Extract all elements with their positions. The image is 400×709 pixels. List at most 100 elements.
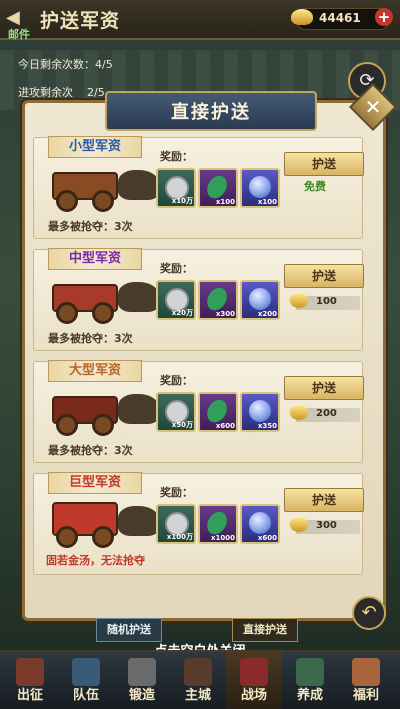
card-name: 中型军资 [48, 248, 143, 270]
cost-box: 200 [290, 406, 360, 422]
cost-value: 300 [316, 520, 337, 531]
item-qty: x100万 [166, 533, 193, 541]
escort-button[interactable]: 护送 [284, 376, 364, 400]
reward-label: 奖励： [160, 486, 193, 499]
reward-coin-item[interactable]: x10万 [156, 168, 196, 208]
forge-icon [128, 658, 156, 686]
item-qty: x20万 [171, 309, 193, 317]
card-name: 巨型军资 [48, 472, 143, 494]
nav-item-welfare[interactable]: 福利 [338, 652, 394, 709]
attack-remaining-label: 进攻剩余次 [18, 86, 73, 99]
cost-box: 300 [290, 518, 360, 534]
bottom-nav: 出征 队伍 锻造 主城 战场 养成 福利 [0, 650, 400, 709]
card-name: 大型军资 [48, 360, 143, 382]
cart-image [48, 498, 160, 548]
daily-remaining-value: 4/5 [95, 58, 113, 71]
cost-value: 100 [316, 296, 337, 307]
nav-label: 主城 [184, 688, 211, 703]
reward-orb-item[interactable]: x350 [240, 392, 280, 432]
cart-image [48, 386, 160, 436]
max-rob-text: 最多被抢夺：3次 [48, 220, 133, 233]
welfare-icon [352, 658, 380, 686]
nav-label: 出征 [16, 688, 43, 703]
attack-remaining: 进攻剩余次 2/5 [18, 84, 105, 100]
nav-item-battlefield[interactable]: 战场 [226, 652, 282, 709]
escort-button[interactable]: 护送 [284, 264, 364, 288]
expedition-icon [16, 658, 44, 686]
reward-jade-item[interactable]: x600 [198, 392, 238, 432]
nav-label: 锻造 [128, 688, 155, 703]
add-gold-icon[interactable]: + [375, 8, 393, 26]
reward-orb-item[interactable]: x100 [240, 168, 280, 208]
nav-item-city[interactable]: 主城 [170, 652, 226, 709]
max-rob-text: 最多被抢夺：3次 [48, 444, 133, 457]
direct-escort-dialog: 直接护送 小型军资 最多被抢夺：3次 奖励： x10万 x100 x100 护送… [22, 91, 386, 621]
battlefield-icon [240, 658, 268, 686]
reward-label: 奖励： [160, 150, 193, 163]
cart-image [48, 162, 160, 212]
escort-button[interactable]: 护送 [284, 152, 364, 176]
gold-ingot-icon [290, 294, 308, 308]
nav-item-cultivate[interactable]: 养成 [282, 652, 338, 709]
orb-icon [249, 288, 271, 310]
item-qty: x100 [257, 198, 277, 206]
nav-label: 队伍 [72, 688, 99, 703]
max-rob-text: 最多被抢夺：3次 [48, 332, 133, 345]
reward-coin-item[interactable]: x20万 [156, 280, 196, 320]
reward-jade-item[interactable]: x300 [198, 280, 238, 320]
reward-orb-item[interactable]: x600 [240, 504, 280, 544]
reward-jade-item[interactable]: x100 [198, 168, 238, 208]
nav-item-team[interactable]: 队伍 [58, 652, 114, 709]
page-title: 护送军资 [40, 10, 121, 32]
gold-ingot-icon [290, 518, 308, 532]
orb-icon [249, 512, 271, 534]
reward-label: 奖励： [160, 262, 193, 275]
daily-remaining-label: 今日剩余次数： [18, 58, 95, 71]
item-qty: x350 [257, 422, 277, 430]
free-label: 免费 [304, 180, 326, 193]
cost-box: 100 [290, 294, 360, 310]
reward-orb-item[interactable]: x200 [240, 280, 280, 320]
mail-tag[interactable]: 邮件 [8, 26, 30, 42]
reward-coin-item[interactable]: x100万 [156, 504, 196, 544]
reward-jade-item[interactable]: x1000 [198, 504, 238, 544]
item-qty: x300 [215, 310, 235, 318]
cart-image [48, 274, 160, 324]
escort-card-large: 大型军资 最多被抢夺：3次 奖励： x50万 x600 x350 护送 200 [33, 360, 364, 463]
nav-item-expedition[interactable]: 出征 [2, 652, 58, 709]
city-icon [184, 658, 212, 686]
item-qty: x10万 [171, 197, 193, 205]
gold-ingot-icon [290, 406, 308, 420]
escort-card-small: 小型军资 最多被抢夺：3次 奖励： x10万 x100 x100 护送 免费 [33, 136, 364, 239]
nav-label: 福利 [352, 688, 379, 703]
direct-escort-tab[interactable]: 直接护送 [232, 618, 298, 642]
item-qty: x200 [257, 310, 277, 318]
cannot-rob-warning: 固若金汤，无法抢夺 [46, 554, 145, 567]
escort-button[interactable]: 护送 [284, 488, 364, 512]
team-icon [72, 658, 100, 686]
escort-card-huge: 巨型军资 固若金汤，无法抢夺 奖励： x100万 x1000 x600 护送 3… [33, 472, 364, 575]
return-arrow-icon[interactable]: ↶ [352, 596, 386, 630]
daily-remaining: 今日剩余次数：4/5 [18, 56, 113, 72]
reward-label: 奖励： [160, 374, 193, 387]
cost-value: 200 [316, 408, 337, 419]
back-arrow-icon[interactable]: ◀ [6, 8, 26, 28]
orb-icon [249, 176, 271, 198]
item-qty: x100 [215, 198, 235, 206]
item-qty: x50万 [171, 421, 193, 429]
nav-item-forge[interactable]: 锻造 [114, 652, 170, 709]
gold-value: 44461 [319, 11, 361, 25]
gold-ingot-icon [291, 9, 313, 25]
attack-remaining-value: 2/5 [87, 86, 105, 99]
nav-label: 战场 [240, 688, 267, 703]
dialog-title: 直接护送 [171, 102, 251, 123]
escort-card-medium: 中型军资 最多被抢夺：3次 奖励： x20万 x300 x200 护送 100 [33, 248, 364, 351]
nav-label: 养成 [296, 688, 323, 703]
top-bar: ◀ 护送军资 44461 + [0, 0, 400, 40]
orb-icon [249, 400, 271, 422]
gold-counter: 44461 + [291, 8, 393, 30]
reward-coin-item[interactable]: x50万 [156, 392, 196, 432]
cultivate-icon [296, 658, 324, 686]
random-escort-tab[interactable]: 随机护送 [96, 618, 162, 642]
card-name: 小型军资 [48, 136, 143, 158]
